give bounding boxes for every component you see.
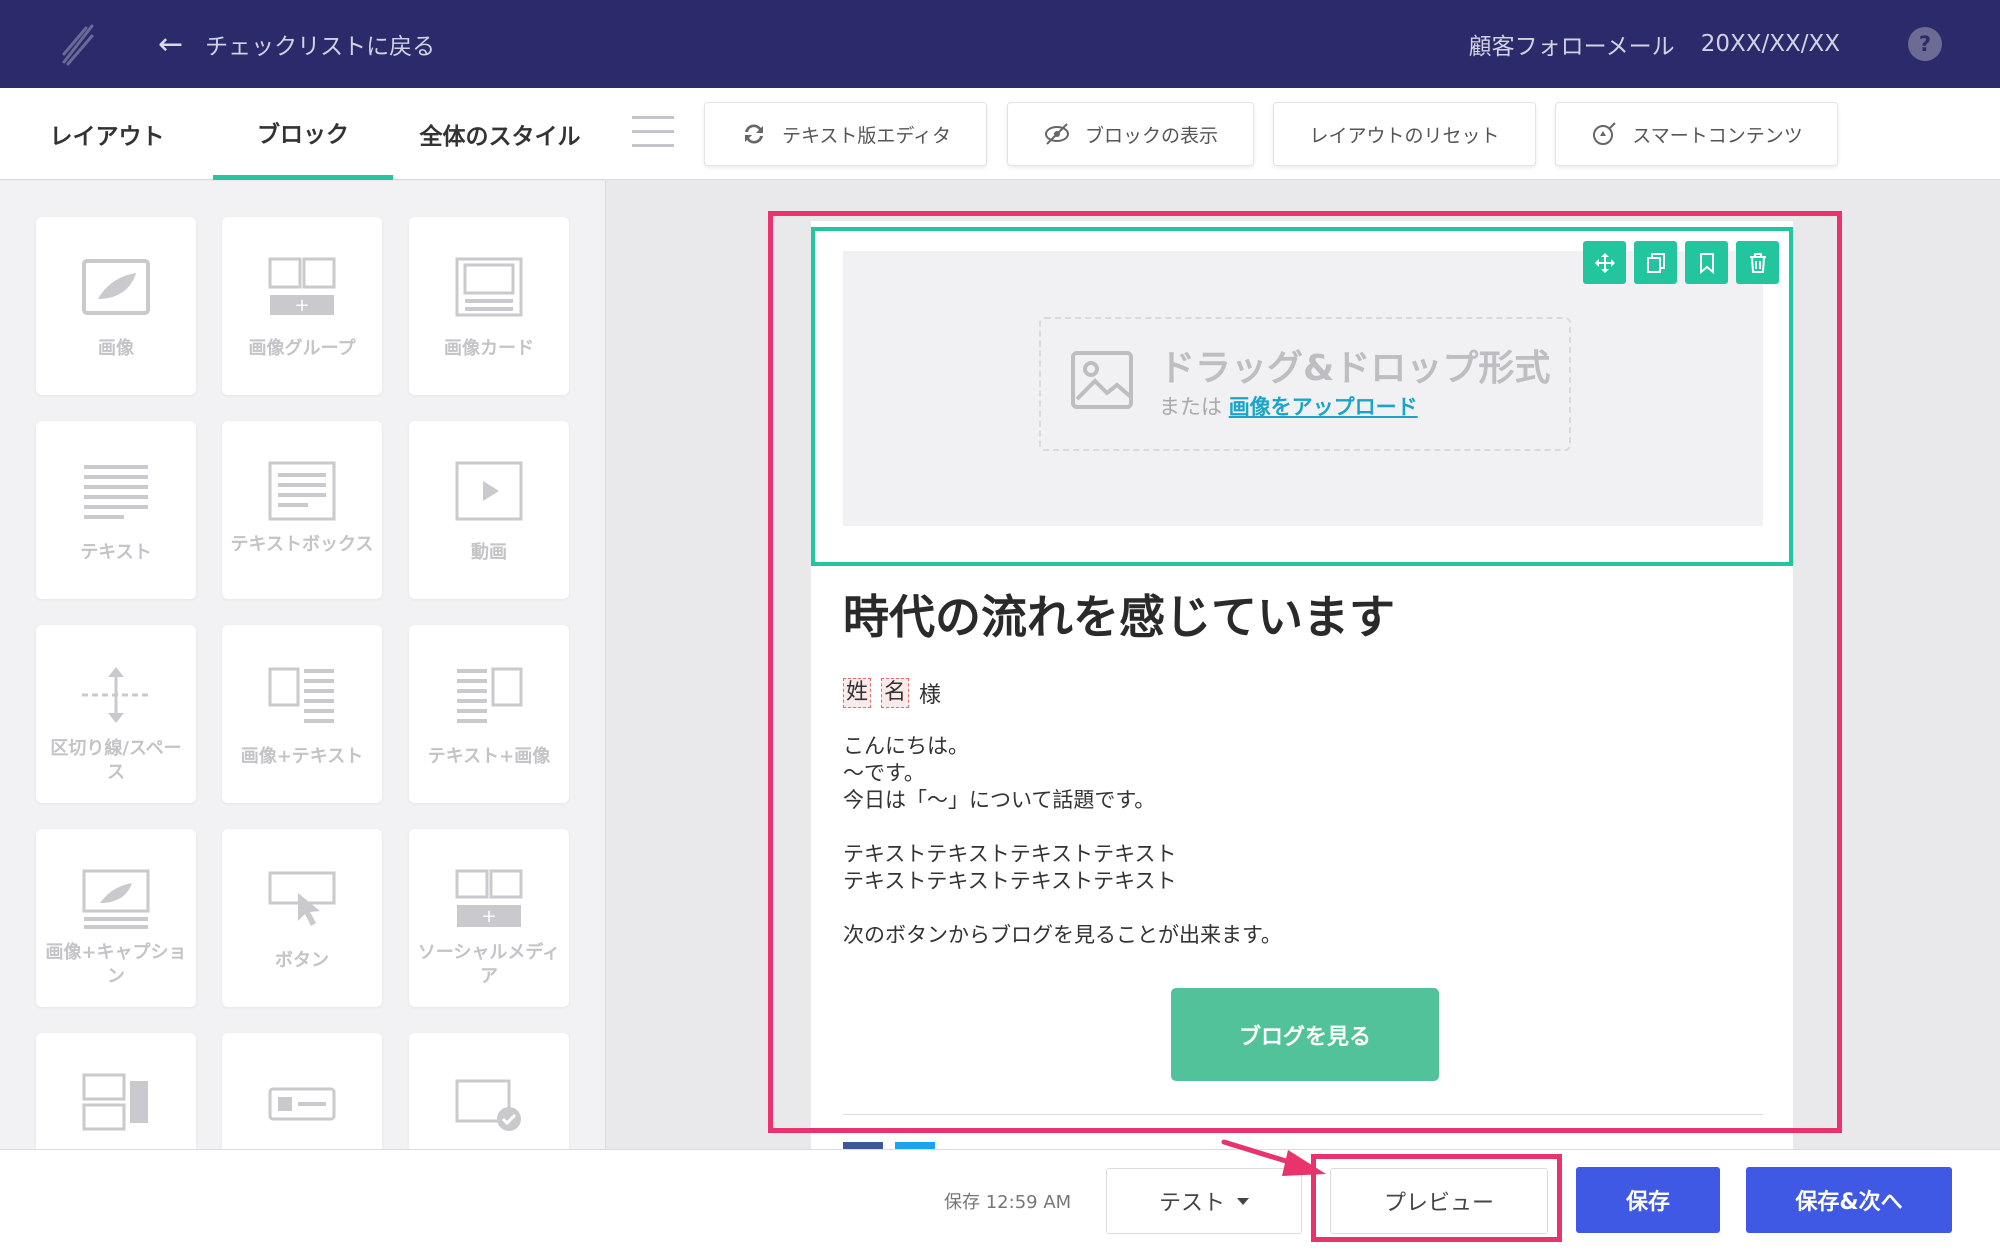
app-logo-icon[interactable] bbox=[58, 22, 98, 66]
block-label: 画像 bbox=[98, 338, 134, 359]
block-image-card[interactable]: 画像カード bbox=[409, 217, 569, 395]
tab-global-style[interactable]: 全体のスタイル bbox=[410, 88, 590, 180]
tab-blocks[interactable]: ブロック bbox=[213, 88, 393, 180]
twitter-icon[interactable] bbox=[895, 1142, 935, 1149]
reset-layout-label: レイアウトのリセット bbox=[1309, 124, 1500, 147]
block-coupon[interactable] bbox=[409, 1033, 569, 1149]
text-image-icon bbox=[457, 667, 523, 723]
block-divider[interactable]: 区切り線/スペース bbox=[36, 625, 196, 803]
email-canvas: ドラッグ&ドロップ形式 または 画像をアップロード 時代の流れを感じています 姓… bbox=[607, 181, 2000, 1149]
block-social-media[interactable]: + ソーシャルメディア bbox=[409, 829, 569, 1007]
block-label: テキストボックス bbox=[230, 534, 374, 555]
preview-highlight-frame bbox=[1311, 1154, 1562, 1242]
back-to-checklist-link[interactable]: ← チェックリストに戻る bbox=[158, 24, 435, 64]
block-text-image[interactable]: テキスト+画像 bbox=[409, 625, 569, 803]
email-highlight-frame bbox=[768, 211, 1842, 1133]
image-group-icon: + bbox=[268, 257, 336, 316]
block-image-text[interactable]: 画像+テキスト bbox=[222, 625, 382, 803]
save-time: 保存 12:59 AM bbox=[944, 1192, 1072, 1213]
eye-slash-icon bbox=[1044, 123, 1069, 145]
block-library: 画像 + 画像グループ 画像カード テキスト テキストボックス 動画 区切り線/… bbox=[0, 181, 606, 1149]
block-label: ソーシャルメディア bbox=[417, 942, 561, 987]
svg-text:+: + bbox=[294, 295, 309, 316]
block-label: 画像グループ bbox=[248, 338, 356, 359]
block-navigation[interactable] bbox=[222, 1033, 382, 1149]
email-name: 顧客フォローメール bbox=[1468, 34, 1675, 60]
smart-content-label: スマートコンテンツ bbox=[1632, 124, 1803, 147]
svg-text:+: + bbox=[481, 906, 496, 927]
text-editor-button[interactable]: テキスト版エディタ bbox=[704, 102, 987, 166]
block-image[interactable]: 画像 bbox=[36, 217, 196, 395]
block-label: 区切り線/スペース bbox=[50, 738, 182, 783]
editor-toolbar: レイアウト ブロック 全体のスタイル テキスト版エディタ ブロックの表示 レイア… bbox=[0, 88, 2000, 180]
text-editor-label: テキスト版エディタ bbox=[781, 124, 952, 147]
save-next-button[interactable]: 保存&次へ bbox=[1746, 1167, 1952, 1233]
image-icon bbox=[82, 259, 150, 315]
top-bar: ← チェックリストに戻る 顧客フォローメール 20XX/XX/XX ? bbox=[0, 0, 2000, 88]
block-button[interactable]: ボタン bbox=[222, 829, 382, 1007]
textbox-icon bbox=[268, 461, 336, 521]
block-label: 動画 bbox=[471, 542, 507, 563]
back-label: チェックリストに戻る bbox=[205, 34, 436, 60]
button-icon bbox=[268, 871, 336, 926]
refresh-icon bbox=[744, 124, 763, 144]
coupon-icon bbox=[455, 1079, 521, 1131]
social-follow-icon bbox=[82, 1073, 148, 1131]
block-label: ボタン bbox=[275, 950, 329, 971]
save-button[interactable]: 保存 bbox=[1576, 1167, 1720, 1233]
tab-layout[interactable]: レイアウト bbox=[30, 88, 184, 180]
show-blocks-button[interactable]: ブロックの表示 bbox=[1007, 102, 1254, 166]
social-media-icon: + bbox=[455, 869, 523, 927]
show-blocks-label: ブロックの表示 bbox=[1084, 124, 1218, 147]
bottom-bar: 保存 12:59 AM テスト プレビュー 保存 保存&次へ bbox=[0, 1149, 2000, 1251]
block-image-caption[interactable]: 画像+キャプション bbox=[36, 829, 196, 1007]
block-video[interactable]: 動画 bbox=[409, 421, 569, 599]
smart-content-icon bbox=[1593, 122, 1616, 145]
block-social-follow[interactable] bbox=[36, 1033, 196, 1149]
image-caption-icon bbox=[82, 869, 150, 929]
help-icon[interactable]: ? bbox=[1908, 27, 1942, 61]
caret-down-icon bbox=[1237, 1197, 1249, 1205]
block-image-group[interactable]: + 画像グループ bbox=[222, 217, 382, 395]
image-card-icon bbox=[455, 257, 523, 317]
block-textbox[interactable]: テキストボックス bbox=[222, 421, 382, 599]
back-arrow-icon: ← bbox=[158, 26, 184, 62]
image-text-icon bbox=[268, 667, 334, 723]
video-icon bbox=[455, 461, 523, 521]
reset-layout-button[interactable]: レイアウトのリセット bbox=[1273, 102, 1536, 166]
block-label: 画像+テキスト bbox=[240, 746, 364, 767]
text-icon bbox=[84, 465, 148, 519]
pointer-arrow-icon bbox=[1221, 1139, 1326, 1176]
email-info: 顧客フォローメール 20XX/XX/XX bbox=[1469, 24, 1840, 64]
test-label: テスト bbox=[1158, 1191, 1225, 1216]
block-label: テキスト+画像 bbox=[427, 746, 551, 767]
facebook-icon[interactable] bbox=[843, 1142, 883, 1149]
divider-icon bbox=[82, 667, 150, 723]
block-label: 画像+キャプション bbox=[45, 942, 187, 987]
block-text[interactable]: テキスト bbox=[36, 421, 196, 599]
menu-icon[interactable] bbox=[632, 116, 674, 150]
navigation-icon bbox=[268, 1087, 336, 1121]
block-label: テキスト bbox=[80, 542, 152, 563]
email-date: 20XX/XX/XX bbox=[1700, 31, 1840, 57]
smart-content-button[interactable]: スマートコンテンツ bbox=[1555, 102, 1838, 166]
block-label: 画像カード bbox=[444, 338, 534, 359]
